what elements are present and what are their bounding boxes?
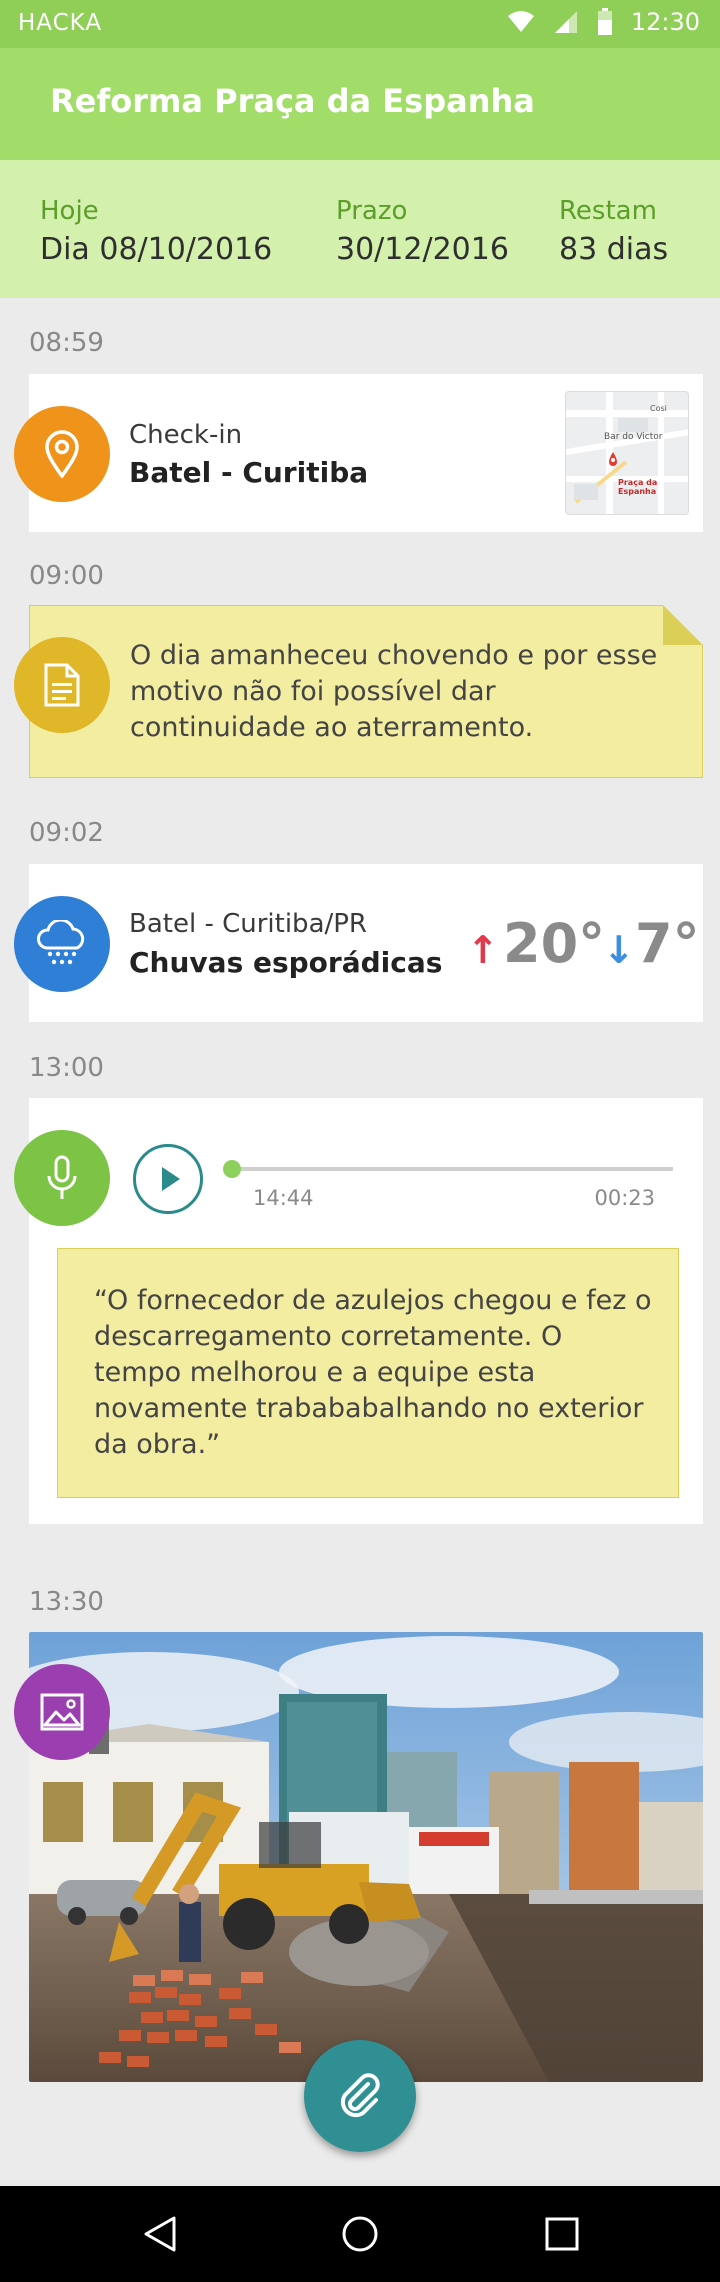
back-button[interactable] — [136, 2210, 184, 2258]
battery-icon — [597, 8, 612, 35]
clock: 12:30 — [630, 8, 700, 36]
carrier-name: HACKA — [18, 10, 103, 36]
app-bar: Reforma Praça da Espanha — [0, 48, 720, 160]
entry-time: 13:30 — [29, 1587, 104, 1617]
entry-time: 09:02 — [29, 818, 104, 848]
temp-up-arrow: ↑ — [467, 928, 499, 972]
remaining-value: 83 dias — [559, 232, 669, 267]
temp-down-arrow: ↓ — [603, 928, 635, 972]
status-bar: HACKA 12:30 — [0, 0, 720, 48]
location-pin-icon — [45, 430, 79, 478]
note-badge — [14, 637, 110, 733]
page-title: Reforma Praça da Espanha — [50, 82, 535, 120]
map-poi-2: Cosi — [650, 404, 667, 413]
deadline-value: 30/12/2016 — [336, 232, 509, 267]
audio-badge — [14, 1130, 110, 1226]
audio-duration: 00:23 — [594, 1186, 655, 1210]
image-icon — [40, 1693, 84, 1731]
deadline-block: Prazo 30/12/2016 — [336, 196, 509, 267]
entry-time: 08:59 — [29, 328, 104, 358]
entry-time: 13:00 — [29, 1053, 104, 1083]
checkin-label: Check-in — [129, 420, 243, 450]
remaining-label: Restam — [559, 196, 657, 226]
entry-time: 09:00 — [29, 561, 104, 591]
recents-icon — [545, 2217, 579, 2251]
audio-timestamp: 14:44 — [253, 1186, 314, 1210]
map-pin-label: Praça da Espanha — [618, 478, 658, 496]
rain-cloud-icon — [37, 920, 85, 965]
transcript-text: “O fornecedor de azulejos chegou e fez o… — [94, 1285, 652, 1460]
system-nav-bar — [0, 2186, 720, 2282]
checkin-card[interactable]: Check-in Batel - Curitiba Bar do Victor … — [29, 374, 703, 532]
today-block: Hoje Dia 08/10/2016 — [40, 196, 272, 267]
checkin-badge — [14, 406, 110, 502]
weather-description: Chuvas esporádicas — [129, 946, 443, 979]
construction-photo[interactable] — [29, 1632, 703, 2082]
today-label: Hoje — [40, 196, 99, 226]
temp-max: 20° — [503, 912, 606, 975]
map-thumbnail[interactable]: Bar do Victor Cosi Praça da Espanha — [565, 391, 689, 515]
audio-card: 14:44 00:23 “O fornecedor de azulejos ch… — [29, 1098, 703, 1524]
audio-progress-knob[interactable] — [223, 1160, 241, 1178]
map-poi: Bar do Victor — [604, 432, 663, 442]
home-icon — [342, 2216, 378, 2252]
checkin-place: Batel - Curitiba — [129, 456, 369, 489]
microphone-icon — [47, 1155, 77, 1199]
paperclip-icon — [340, 2073, 380, 2118]
weather-location: Batel - Curitiba/PR — [129, 909, 367, 939]
play-icon — [162, 1167, 180, 1191]
text-note-card[interactable]: O dia amanheceu chovendo e por esse moti… — [29, 605, 703, 778]
summary-panel: Hoje Dia 08/10/2016 Prazo 30/12/2016 Res… — [0, 160, 720, 298]
remaining-block: Restam 83 dias — [559, 196, 668, 267]
audio-progress-track[interactable] — [233, 1167, 673, 1171]
today-value: Dia 08/10/2016 — [40, 232, 273, 267]
wifi-icon — [507, 11, 534, 32]
document-icon — [44, 663, 80, 707]
signal-icon — [554, 11, 577, 33]
temp-min: 7° — [635, 912, 700, 975]
weather-card[interactable]: Batel - Curitiba/PR Chuvas esporádicas ↑… — [29, 864, 703, 1022]
audio-transcript: “O fornecedor de azulejos chegou e fez o… — [57, 1248, 679, 1498]
play-button[interactable] — [133, 1144, 203, 1214]
weather-badge — [14, 896, 110, 992]
recents-button[interactable] — [538, 2210, 586, 2258]
home-button[interactable] — [336, 2210, 384, 2258]
back-icon — [144, 2216, 176, 2252]
attach-button[interactable] — [304, 2040, 416, 2152]
deadline-label: Prazo — [336, 196, 408, 226]
photo-badge — [14, 1664, 110, 1760]
note-text: O dia amanheceu chovendo e por esse moti… — [130, 640, 658, 743]
